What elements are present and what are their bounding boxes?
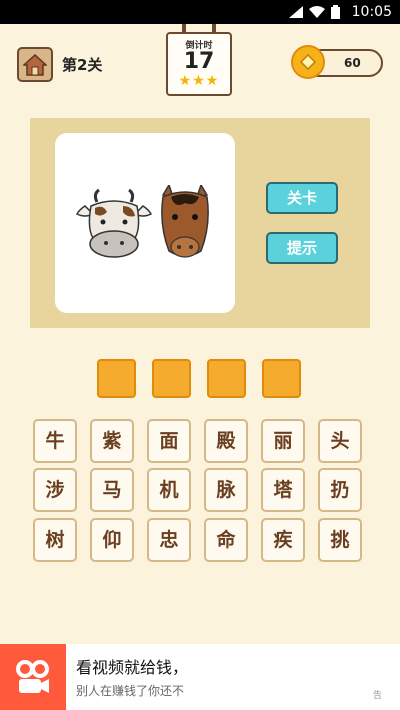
kuaishou-logo-icon (0, 644, 66, 710)
char-key[interactable]: 机 (147, 468, 191, 512)
ad-banner[interactable]: 看视频就给钱， 别人在赚钱了你还不 告 (0, 644, 400, 710)
home-button[interactable] (17, 47, 53, 82)
char-key[interactable]: 头 (318, 419, 362, 463)
answer-slot[interactable] (152, 359, 191, 398)
horse-icon (161, 185, 209, 258)
char-key[interactable]: 疾 (261, 518, 305, 562)
signal-icon (289, 6, 303, 18)
hint-button[interactable]: 提示 (266, 232, 338, 264)
coin-icon (291, 45, 325, 79)
timer-value: 17 (183, 49, 215, 74)
battery-icon (331, 5, 340, 19)
char-key[interactable]: 命 (204, 518, 248, 562)
status-bar: 10:05 (0, 0, 400, 24)
ad-subtitle: 别人在赚钱了你还不 (76, 684, 185, 698)
char-key[interactable]: 牛 (33, 419, 77, 463)
wifi-icon (309, 6, 325, 18)
level-label: 第2关 (62, 56, 103, 74)
char-key[interactable]: 扔 (318, 468, 362, 512)
answer-slot[interactable] (207, 359, 246, 398)
answer-slot[interactable] (97, 359, 136, 398)
ad-title: 看视频就给钱， (76, 658, 189, 677)
status-icons (289, 5, 340, 19)
char-key[interactable]: 面 (147, 419, 191, 463)
char-key[interactable]: 殿 (204, 419, 248, 463)
char-key[interactable]: 涉 (33, 468, 77, 512)
char-key[interactable]: 仰 (90, 518, 134, 562)
char-key[interactable]: 马 (90, 468, 134, 512)
char-key[interactable]: 塔 (261, 468, 305, 512)
status-time: 10:05 (351, 4, 392, 20)
countdown-timer: 倒计时 17 ★★★ (166, 24, 232, 96)
char-key[interactable]: 树 (33, 518, 77, 562)
char-key[interactable]: 脉 (204, 468, 248, 512)
char-key[interactable]: 挑 (318, 518, 362, 562)
char-key[interactable]: 忠 (147, 518, 191, 562)
char-key[interactable]: 丽 (261, 419, 305, 463)
answer-slot[interactable] (262, 359, 301, 398)
char-key[interactable]: 紫 (90, 419, 134, 463)
home-icon (23, 53, 47, 76)
ad-mark: 告 (372, 691, 382, 701)
star-rating: ★★★ (178, 73, 220, 89)
cow-icon (75, 188, 153, 258)
level-select-button[interactable]: 关卡 (266, 182, 338, 214)
puzzle-image-card (55, 133, 235, 313)
coin-value: 60 (344, 56, 361, 70)
